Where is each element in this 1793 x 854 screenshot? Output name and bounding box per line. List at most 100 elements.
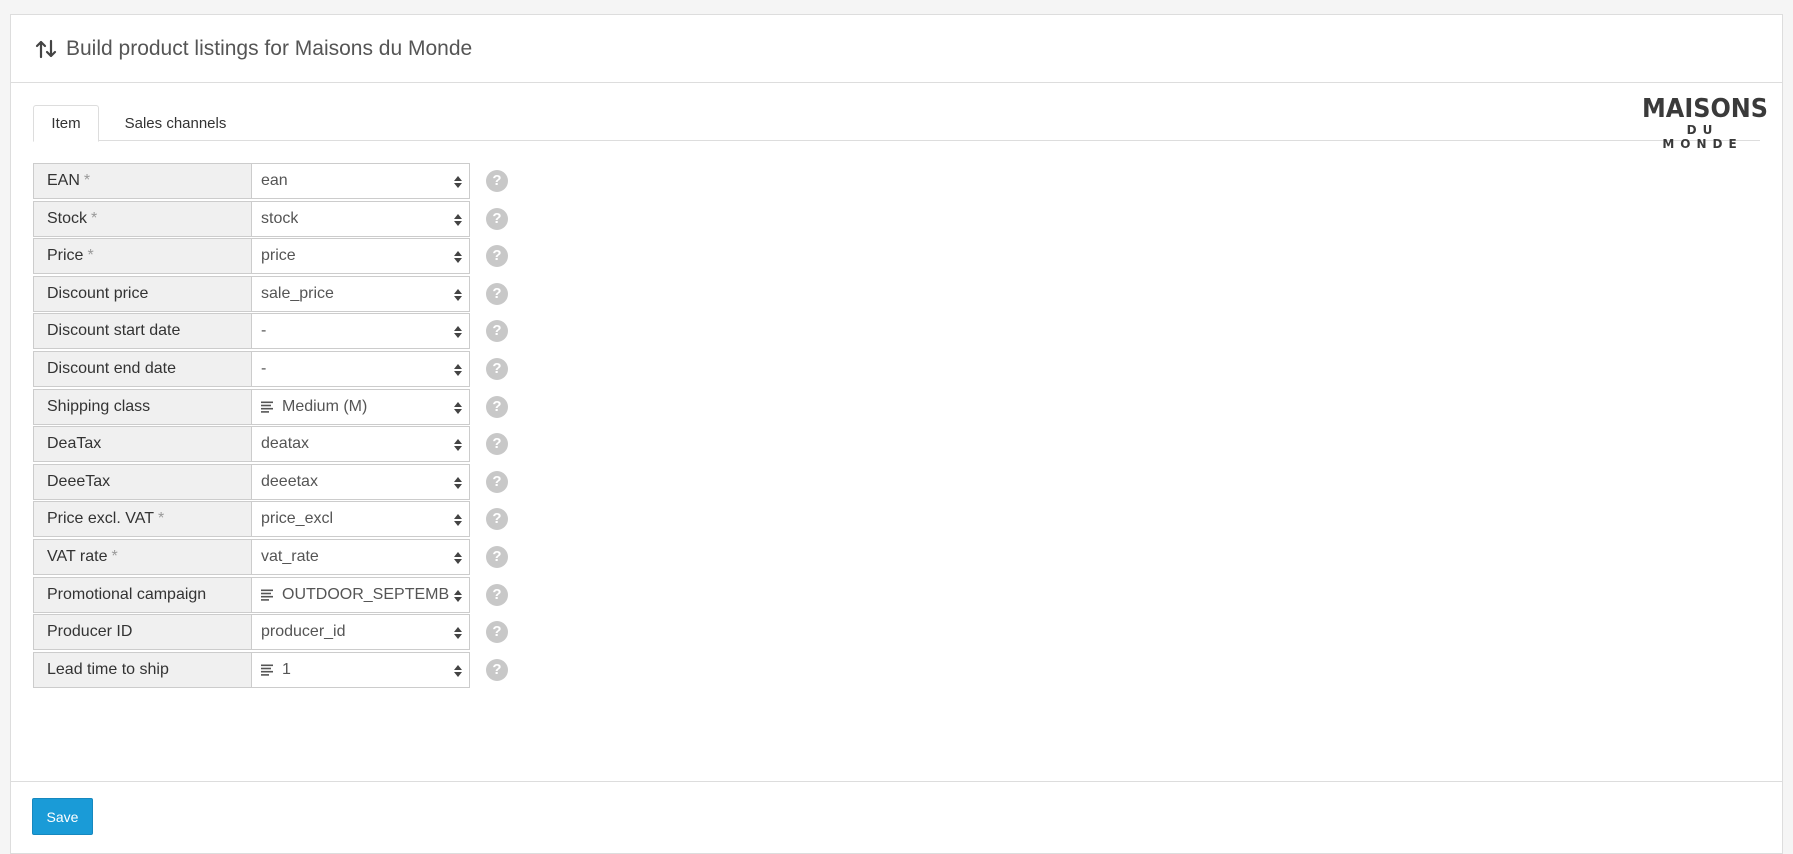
help-icon[interactable]: ? [486,621,508,643]
maisons-du-monde-logo: MAISONS DU MONDE [1637,94,1769,151]
field-select[interactable]: - [251,313,470,349]
help-icon[interactable]: ? [486,358,508,380]
field-label-text: Producer ID [47,623,133,640]
help-icon[interactable]: ? [486,659,508,681]
sort-caret-icon [454,214,462,226]
help-icon[interactable]: ? [486,283,508,305]
field-label: Discount end date [33,351,252,387]
sort-caret-icon [454,364,462,376]
field-row: Discount end date -? [33,351,508,387]
field-select[interactable]: - [251,351,470,387]
help-icon[interactable]: ? [486,208,508,230]
field-label-text: Discount price [47,285,149,302]
field-select-value: sale_price [261,285,334,302]
field-row: Discount price sale_price? [33,276,508,312]
help-icon[interactable]: ? [486,508,508,530]
list-lines-icon [261,664,273,676]
field-select-value: producer_id [261,623,346,640]
field-row: VAT rate * vat_rate? [33,539,508,575]
field-label: Price excl. VAT * [33,501,252,537]
help-icon[interactable]: ? [486,546,508,568]
field-label-text: Lead time to ship [47,661,169,678]
field-label-text: Promotional campaign [47,586,207,603]
field-select[interactable]: 1 [251,652,470,688]
field-select-value: ean [261,172,288,189]
sort-caret-icon [454,439,462,451]
logo-line2: DU MONDE [1662,123,1743,151]
field-row: Discount start date -? [33,313,508,349]
logo-line1: MAISONS [1642,94,1769,124]
tab-sales-channels[interactable]: Sales channels [113,105,238,142]
field-label-text: VAT rate [47,548,108,565]
sort-caret-icon [454,552,462,564]
field-label-text: Discount start date [47,322,181,339]
field-label: Price * [33,238,252,274]
field-select-value: deeetax [261,473,318,490]
help-icon[interactable]: ? [486,170,508,192]
page-title: Build product listings for Maisons du Mo… [66,36,473,60]
field-select[interactable]: sale_price [251,276,470,312]
field-label-text: Discount end date [47,360,176,377]
field-label: VAT rate * [33,539,252,575]
field-select[interactable]: price [251,238,470,274]
list-lines-icon [261,401,273,413]
field-select-value: OUTDOOR_SEPTEMBI [282,586,449,603]
field-select[interactable]: deatax [251,426,470,462]
field-row: Producer ID producer_id? [33,614,508,650]
field-label-text: Price [47,247,84,264]
field-row: Lead time to ship 1? [33,652,508,688]
field-label: EAN * [33,163,252,199]
field-label-text: EAN [47,172,80,189]
field-row: DeeeTax deeetax? [33,464,508,500]
field-select-value: deatax [261,435,310,452]
required-marker: * [91,210,98,227]
help-icon[interactable]: ? [486,584,508,606]
panel-header: Build product listings for Maisons du Mo… [11,15,1782,83]
field-label-text: DeaTax [47,435,102,452]
sort-caret-icon [454,627,462,639]
field-select[interactable]: vat_rate [251,539,470,575]
field-select-value: stock [261,210,299,227]
field-select[interactable]: price_excl [251,501,470,537]
field-label: Discount start date [33,313,252,349]
help-icon[interactable]: ? [486,471,508,493]
field-select[interactable]: producer_id [251,614,470,650]
help-icon[interactable]: ? [486,396,508,418]
field-select-value: vat_rate [261,548,319,565]
required-marker: * [83,172,91,189]
required-marker: * [157,510,165,527]
field-select[interactable]: Medium (M) [251,389,470,425]
field-label: Lead time to ship [33,652,252,688]
main-panel: Build product listings for Maisons du Mo… [10,14,1783,854]
sort-caret-icon [454,590,462,602]
field-select-value: price_excl [261,510,334,527]
field-select-value: - [261,360,267,377]
help-icon[interactable]: ? [486,245,508,267]
field-row: Promotional campaign OUTDOOR_SEPTEMBI? [33,577,508,613]
field-label-text: Stock [47,210,88,227]
save-button[interactable]: Save [32,798,93,835]
field-select[interactable]: deeetax [251,464,470,500]
sort-caret-icon [454,289,462,301]
help-icon[interactable]: ? [486,433,508,455]
field-label-text: DeeeTax [47,473,111,490]
tab-item[interactable]: Item [33,105,99,142]
footer-divider [11,781,1782,782]
help-icon[interactable]: ? [486,320,508,342]
field-select[interactable]: ean [251,163,470,199]
field-select-value: - [261,322,267,339]
sort-caret-icon [454,477,462,489]
field-select[interactable]: OUTDOOR_SEPTEMBI [251,577,470,613]
sort-caret-icon [454,665,462,677]
sort-caret-icon [454,176,462,188]
field-row: Price excl. VAT * price_excl? [33,501,508,537]
field-label: Discount price [33,276,252,312]
tab-bar: Item Sales channels [33,105,1760,142]
field-label: DeeeTax [33,464,252,500]
field-row: Stock * stock? [33,201,508,237]
field-select[interactable]: stock [251,201,470,237]
field-label-text: Price excl. VAT [47,510,154,527]
sort-caret-icon [454,514,462,526]
field-row: Price * price? [33,238,508,274]
field-label: DeaTax [33,426,252,462]
